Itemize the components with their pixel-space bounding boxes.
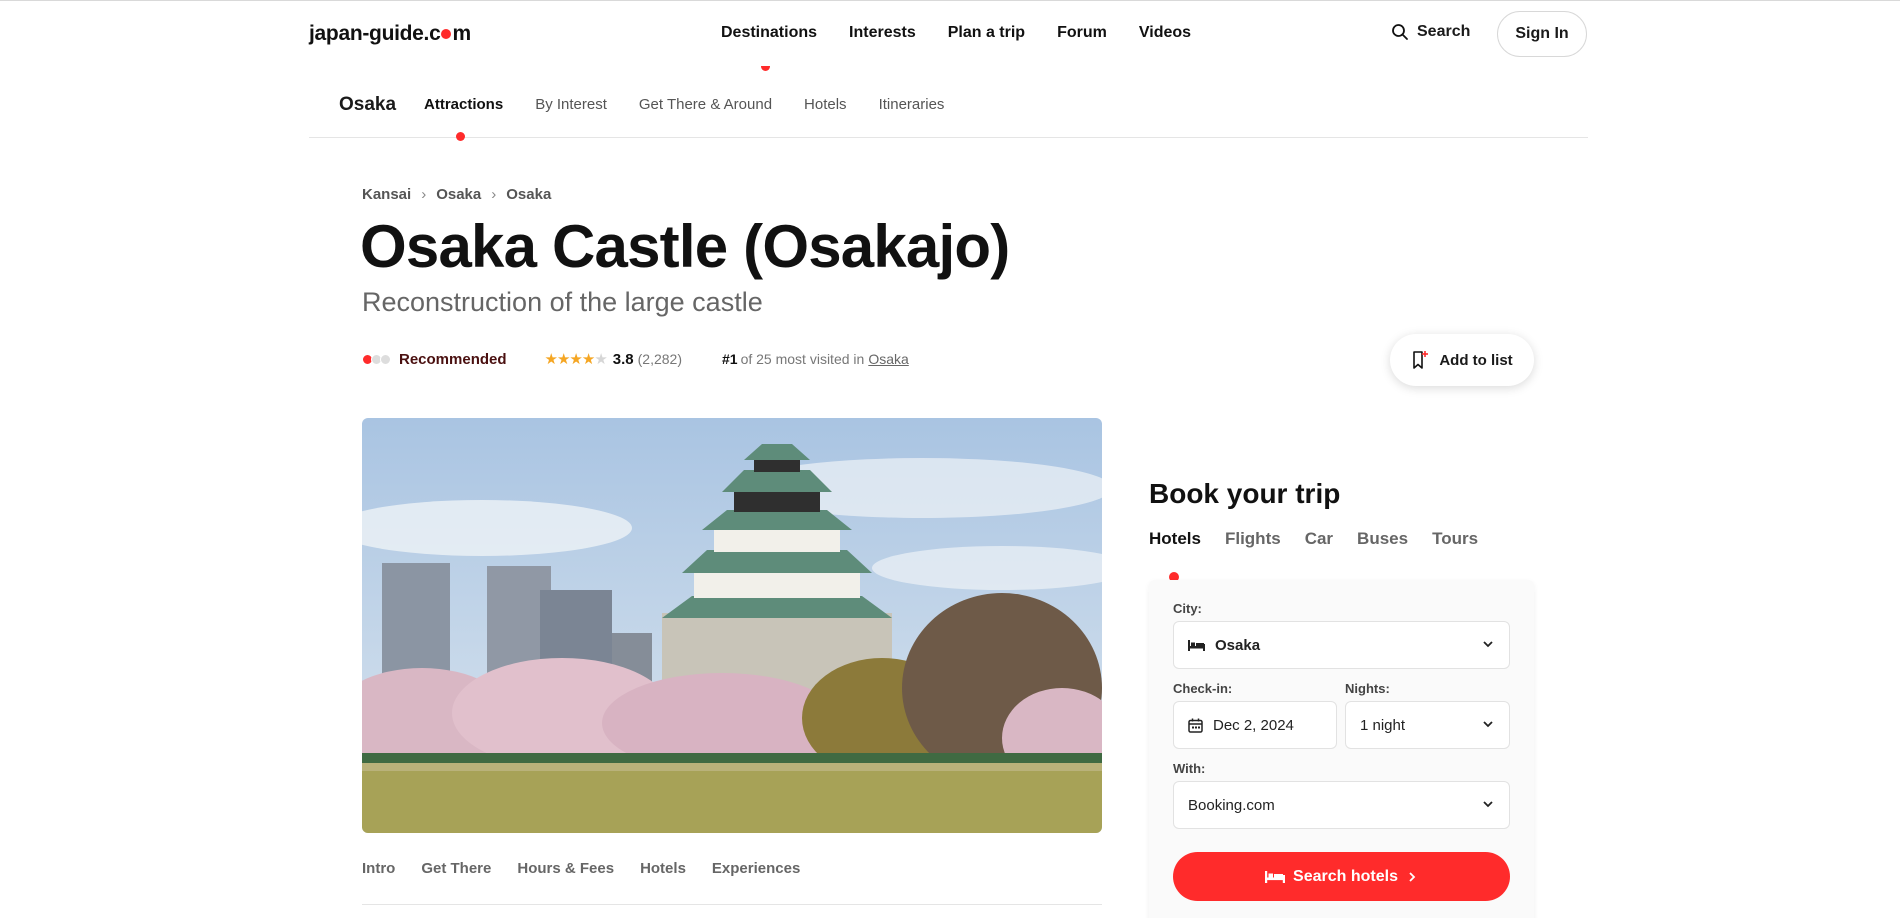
booking-tab-hotels[interactable]: Hotels <box>1149 529 1201 582</box>
nights-value: 1 night <box>1360 716 1406 734</box>
provider-value: Booking.com <box>1188 796 1275 814</box>
booking-title: Book your trip <box>1149 478 1341 509</box>
chevron-down-icon <box>1483 721 1493 728</box>
city-label: City: <box>1173 601 1202 616</box>
nav-videos[interactable]: Videos <box>1139 24 1191 42</box>
logo-text-end: m <box>452 22 471 45</box>
booking-tab-flights[interactable]: Flights <box>1225 529 1281 549</box>
booking-tabs: Hotels Flights Car Buses Tours <box>1149 529 1502 582</box>
page-title: Osaka Castle (Osakajo) <box>360 213 1010 280</box>
nights-label: Nights: <box>1345 681 1390 696</box>
nav-plan-a-trip[interactable]: Plan a trip <box>948 24 1025 42</box>
tab-get-there[interactable]: Get There <box>421 860 491 904</box>
castle-photo-image <box>362 418 1102 833</box>
top-border <box>0 0 1900 1</box>
rating-value: 3.8 <box>612 350 634 368</box>
attraction-meta: Recommended ★★★★★ 3.8 (2,282) #1 of 25 m… <box>362 350 909 368</box>
city-value: Osaka <box>1215 636 1261 654</box>
breadcrumb-osaka-region[interactable]: Osaka <box>436 186 481 203</box>
logo-text: japan-guide.c <box>309 22 441 45</box>
chevron-down-icon <box>1483 641 1493 648</box>
checkin-field[interactable]: Dec 2, 2024 <box>1173 701 1337 749</box>
subnav-by-interest[interactable]: By Interest <box>535 96 607 113</box>
subnav-items: Attractions By Interest Get There & Arou… <box>424 96 976 141</box>
provider-select[interactable]: Booking.com <box>1173 781 1510 829</box>
city-subnav: Osaka Attractions By Interest Get There … <box>309 66 1588 141</box>
recommendation-dots-icon <box>362 353 391 365</box>
main-nav: Destinations Interests Plan a trip Forum… <box>721 24 1223 71</box>
site-logo[interactable]: japan-guide.c m <box>309 22 471 46</box>
rank-text: of 25 most visited in <box>740 351 865 367</box>
add-to-list-button[interactable]: Add to list <box>1390 334 1534 386</box>
search-hotels-button[interactable]: Search hotels <box>1173 852 1510 901</box>
page-subtitle: Reconstruction of the large castle <box>362 287 763 317</box>
breadcrumb-kansai[interactable]: Kansai <box>362 186 411 203</box>
booking-tab-buses[interactable]: Buses <box>1357 529 1408 549</box>
nights-select[interactable]: 1 night <box>1345 701 1510 749</box>
recommendation-label: Recommended <box>399 350 507 368</box>
subnav-attractions[interactable]: Attractions <box>424 96 503 141</box>
with-label: With: <box>1173 761 1206 776</box>
calendar-icon <box>1188 718 1203 733</box>
tab-hotels[interactable]: Hotels <box>640 860 686 904</box>
search-hotels-label: Search hotels <box>1293 867 1398 885</box>
subnav-city[interactable]: Osaka <box>339 94 396 116</box>
site-header: japan-guide.c m Destinations Interests Pl… <box>309 2 1588 71</box>
rank-value: #1 <box>722 351 738 367</box>
rank-city-link[interactable]: Osaka <box>868 351 908 367</box>
bed-icon <box>1188 639 1205 651</box>
nav-interests[interactable]: Interests <box>849 24 916 42</box>
chevron-right-icon <box>1409 871 1416 882</box>
breadcrumb: Kansai › Osaka › Osaka <box>362 186 551 203</box>
castle-photo[interactable] <box>362 418 1102 833</box>
add-to-list-label: Add to list <box>1439 351 1513 369</box>
breadcrumb-separator: › <box>421 186 427 203</box>
checkin-label: Check-in: <box>1173 681 1233 696</box>
city-select[interactable]: Osaka <box>1173 621 1510 669</box>
booking-tab-tours[interactable]: Tours <box>1432 529 1478 549</box>
nav-destinations[interactable]: Destinations <box>721 24 817 71</box>
checkin-value: Dec 2, 2024 <box>1213 716 1294 734</box>
tab-intro[interactable]: Intro <box>362 860 395 904</box>
subnav-itineraries[interactable]: Itineraries <box>879 96 945 113</box>
content-tabs: Intro Get There Hours & Fees Hotels Expe… <box>362 860 1102 905</box>
tab-experiences[interactable]: Experiences <box>712 860 800 904</box>
bed-icon <box>1265 871 1286 883</box>
rating-stars-icon: ★★★★★ <box>544 351 608 368</box>
search-label: Search <box>1417 23 1471 40</box>
search-icon <box>1392 24 1408 40</box>
booking-form: City: Osaka Check-in: Dec 2, 2024 Nights… <box>1149 580 1534 918</box>
nav-forum[interactable]: Forum <box>1057 24 1107 42</box>
sign-in-button[interactable]: Sign In <box>1497 11 1587 57</box>
subnav-hotels[interactable]: Hotels <box>804 96 847 113</box>
review-count[interactable]: (2,282) <box>638 351 682 367</box>
search-button[interactable]: Search <box>1391 23 1470 41</box>
bookmark-add-icon <box>1413 351 1429 369</box>
chevron-down-icon <box>1483 801 1493 808</box>
breadcrumb-osaka-city[interactable]: Osaka <box>506 186 551 203</box>
subnav-get-there-around[interactable]: Get There & Around <box>639 96 772 113</box>
tab-hours-fees[interactable]: Hours & Fees <box>517 860 614 904</box>
breadcrumb-separator: › <box>491 186 497 203</box>
booking-tab-car[interactable]: Car <box>1305 529 1333 549</box>
logo-dot-icon <box>441 28 452 39</box>
